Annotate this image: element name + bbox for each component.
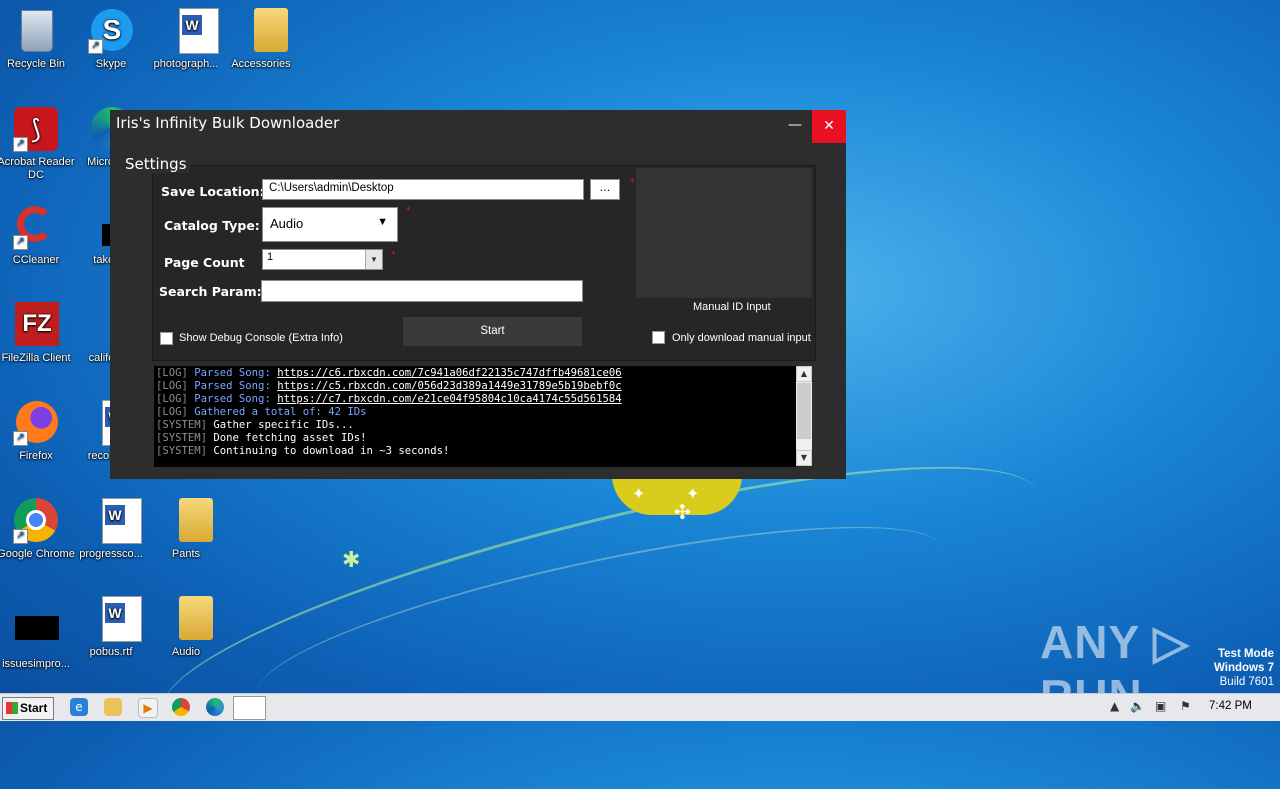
log-line: [LOG] Parsed Song: https://c7.rbxcdn.com…: [156, 393, 622, 405]
log-line: [LOG] Parsed Song: https://c6.rbxcdn.com…: [156, 367, 622, 379]
app-window: Iris's Infinity Bulk Downloader — ✕ Sett…: [110, 110, 846, 479]
taskbar-clock[interactable]: 7:42 PM: [1209, 700, 1252, 712]
scroll-down-icon[interactable]: ▼: [796, 450, 812, 466]
wallpaper-sparkle: ✦: [632, 484, 646, 503]
skype-icon: S ↗: [88, 8, 134, 54]
action-center-flag-icon[interactable]: ⚑: [1180, 699, 1191, 713]
close-button[interactable]: ✕: [812, 110, 846, 143]
desktop-icon-filezilla[interactable]: FZ FileZilla Client: [0, 302, 75, 365]
desktop-icon-acrobat[interactable]: ⟆ ↗ Acrobat Reader DC: [0, 106, 75, 182]
folder-icon: [163, 596, 213, 642]
desktop-icon-chrome[interactable]: ↗ Google Chrome: [0, 498, 75, 561]
folder-icon: [238, 8, 288, 54]
dropdown-arrow-icon[interactable]: ▼: [365, 250, 382, 269]
minimize-button[interactable]: —: [780, 110, 810, 142]
filezilla-icon: FZ: [13, 302, 59, 348]
wallpaper-sparkle: ✣: [674, 500, 691, 524]
desktop-icon-ccleaner[interactable]: ↗ CCleaner: [0, 204, 75, 267]
page-count-label: Page Count: [164, 255, 245, 270]
taskbar-app-button[interactable]: [233, 696, 266, 720]
edge-taskbar-icon[interactable]: [206, 698, 224, 716]
word-doc-icon: [88, 498, 142, 544]
log-line: [SYSTEM] Gather specific IDs...: [156, 419, 354, 431]
catalog-type-value: Audio: [270, 216, 304, 231]
chrome-icon: ↗: [13, 498, 59, 544]
acrobat-icon: ⟆ ↗: [13, 106, 59, 152]
desktop-icon-audio[interactable]: Audio: [147, 596, 225, 659]
log-line: [LOG] Parsed Song: https://c5.rbxcdn.com…: [156, 380, 622, 392]
word-doc-icon: [88, 596, 142, 642]
only-manual-label: Only download manual input: [672, 332, 811, 344]
log-link[interactable]: https://c5.rbxcdn.com/056d23d389a1449e31…: [277, 380, 621, 392]
desktop-icon-pants[interactable]: Pants: [147, 498, 225, 561]
firefox-icon: ↗: [13, 400, 59, 446]
debug-console-label: Show Debug Console (Extra Info): [179, 332, 343, 344]
required-marker: *: [391, 250, 396, 260]
search-param-label: Search Param:: [159, 284, 262, 299]
desktop-icon-photograph[interactable]: photograph...: [147, 8, 225, 71]
taskbar: Start e ▶ ▲ 🔈 ▣ ⚑ 7:42 PM: [0, 693, 1280, 721]
chrome-taskbar-icon[interactable]: [172, 698, 190, 716]
debug-console-checkbox[interactable]: [160, 332, 173, 345]
wallpaper-sparkle: ✱: [342, 548, 361, 573]
scroll-up-icon[interactable]: ▲: [796, 366, 812, 382]
catalog-type-label: Catalog Type:: [164, 218, 260, 233]
log-line: [SYSTEM] Done fetching asset IDs!: [156, 432, 367, 444]
ccleaner-icon: ↗: [13, 204, 59, 250]
save-location-label: Save Location:: [161, 184, 265, 199]
window-title: Iris's Infinity Bulk Downloader: [116, 114, 340, 132]
manual-id-input[interactable]: [636, 168, 812, 298]
desktop-icon-progressco[interactable]: progressco...: [72, 498, 150, 561]
media-player-icon[interactable]: ▶: [138, 698, 158, 718]
log-console[interactable]: [LOG] Parsed Song: https://c6.rbxcdn.com…: [154, 366, 796, 467]
desktop-icon-skype[interactable]: S ↗ Skype: [72, 8, 150, 71]
settings-group-label: Settings: [122, 155, 190, 173]
log-line: [LOG] Gathered a total of: 42 IDs: [156, 406, 367, 418]
log-scrollbar[interactable]: ▲ ▼: [796, 366, 812, 466]
page-count-value: 1: [267, 251, 274, 263]
desktop-icon-issuesimpro[interactable]: issuesimpro...: [0, 608, 75, 671]
desktop-icon-accessories[interactable]: Accessories: [222, 8, 300, 71]
black-file-icon: [13, 608, 59, 654]
speaker-icon[interactable]: 🔈: [1130, 699, 1145, 713]
required-marker: *: [406, 206, 411, 216]
log-link[interactable]: https://c7.rbxcdn.com/e21ce04f95804c10ca…: [277, 393, 621, 405]
show-hidden-icons-icon[interactable]: ▲: [1110, 699, 1119, 713]
manual-id-label: Manual ID Input: [693, 301, 771, 313]
page-count-input[interactable]: 1 ▼: [262, 249, 383, 270]
desktop-icon-recycle-bin[interactable]: Recycle Bin: [0, 8, 75, 71]
word-doc-icon: [163, 8, 219, 54]
scroll-thumb[interactable]: [797, 383, 811, 439]
search-param-field[interactable]: [261, 280, 583, 302]
windows-logo-icon: [6, 702, 18, 714]
log-line: [SYSTEM] Continuing to download in ~3 se…: [156, 445, 450, 457]
catalog-type-select[interactable]: Audio ▼: [262, 207, 398, 242]
only-manual-checkbox[interactable]: [652, 331, 665, 344]
required-marker: *: [630, 178, 635, 188]
network-icon[interactable]: ▣: [1155, 699, 1166, 713]
test-mode-text: Test Mode Windows 7 Build 7601: [1214, 648, 1274, 688]
log-link[interactable]: https://c6.rbxcdn.com/7c941a06df22135c74…: [277, 367, 621, 379]
recycle-bin-icon: [13, 8, 59, 54]
title-bar[interactable]: Iris's Infinity Bulk Downloader — ✕: [110, 110, 846, 143]
chevron-down-icon: ▼: [377, 216, 388, 228]
ie-icon[interactable]: e: [70, 698, 88, 716]
desktop-icon-firefox[interactable]: ↗ Firefox: [0, 400, 75, 463]
save-location-field[interactable]: C:\Users\admin\Desktop: [262, 179, 584, 200]
desktop-icon-pobus[interactable]: pobus.rtf: [72, 596, 150, 659]
browse-button[interactable]: ...: [590, 179, 620, 200]
start-button[interactable]: Start: [403, 317, 582, 346]
folder-icon: [163, 498, 213, 544]
start-button-taskbar[interactable]: Start: [2, 697, 54, 720]
explorer-icon[interactable]: [104, 698, 122, 716]
